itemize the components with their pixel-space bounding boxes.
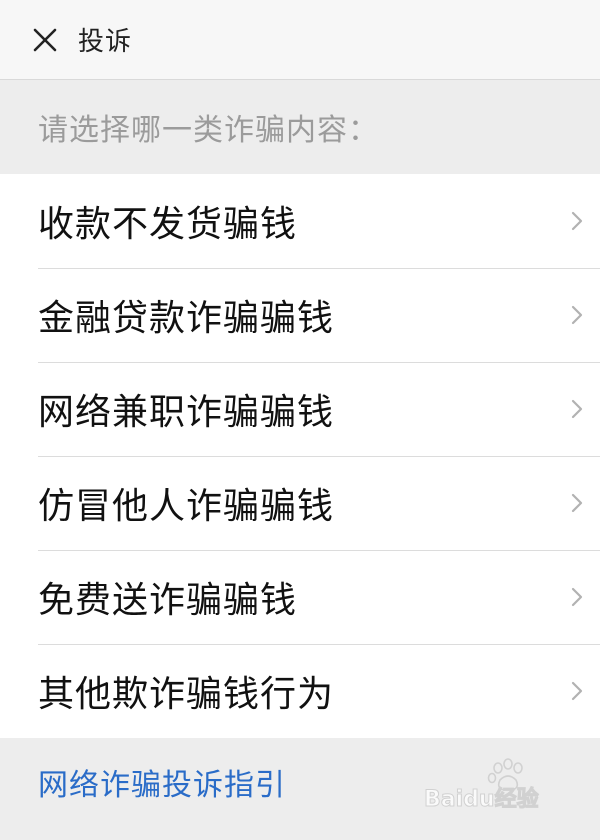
category-prompt: 请选择哪一类诈骗内容： <box>38 113 379 148</box>
chevron-right-icon <box>570 586 584 608</box>
list-item-label: 收款不发货骗钱 <box>38 204 298 245</box>
list-item-freebie-scam[interactable]: 免费送诈骗骗钱 <box>0 550 600 644</box>
list-item-nondelivery[interactable]: 收款不发货骗钱 <box>0 174 600 268</box>
chevron-right-icon <box>570 304 584 326</box>
list-item-label: 免费送诈骗骗钱 <box>38 580 298 621</box>
close-button[interactable] <box>30 25 60 55</box>
fraud-category-list: 收款不发货骗钱 金融贷款诈骗骗钱 网络兼职诈骗骗钱 仿冒他人诈骗骗钱 免费送诈骗… <box>0 174 600 738</box>
list-item-impersonation[interactable]: 仿冒他人诈骗骗钱 <box>0 456 600 550</box>
list-item-parttime-fraud[interactable]: 网络兼职诈骗骗钱 <box>0 362 600 456</box>
list-item-label: 仿冒他人诈骗骗钱 <box>38 486 335 527</box>
chevron-right-icon <box>570 210 584 232</box>
baidu-watermark-logo: Baidu经验 <box>424 758 539 813</box>
list-item-label: 网络兼职诈骗骗钱 <box>38 392 335 433</box>
top-bar: 投诉 <box>0 0 600 80</box>
list-item-label: 金融贷款诈骗骗钱 <box>38 298 335 339</box>
watermark-text: Baidu经验 <box>424 786 539 812</box>
list-item-loan-fraud[interactable]: 金融贷款诈骗骗钱 <box>0 268 600 362</box>
complaint-page: 投诉 请选择哪一类诈骗内容： 收款不发货骗钱 金融贷款诈骗骗钱 网络兼职诈骗骗钱… <box>0 0 600 840</box>
page-title: 投诉 <box>78 27 133 57</box>
list-item-label: 其他欺诈骗钱行为 <box>38 674 335 715</box>
close-icon <box>33 28 57 51</box>
list-item-other-fraud[interactable]: 其他欺诈骗钱行为 <box>0 644 600 738</box>
chevron-right-icon <box>570 680 584 702</box>
chevron-right-icon <box>570 398 584 420</box>
chevron-right-icon <box>570 492 584 514</box>
